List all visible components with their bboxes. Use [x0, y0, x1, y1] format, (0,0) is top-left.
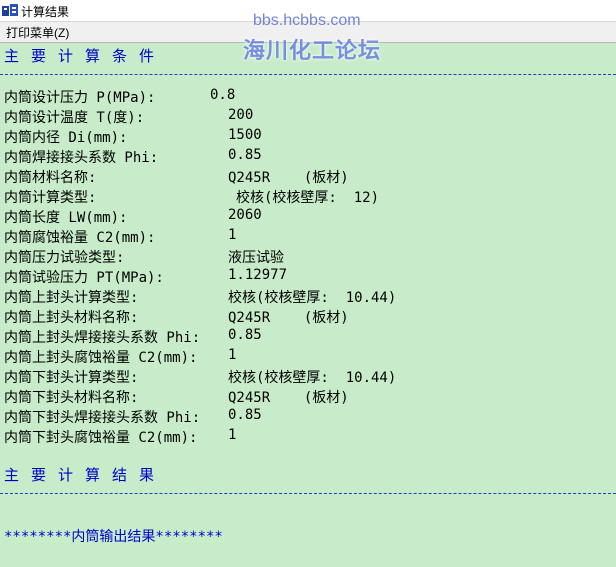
condition-value: 校核(校核壁厚: 10.44): [228, 370, 397, 386]
condition-value: 0.85: [228, 147, 262, 163]
condition-value: 0.8: [210, 87, 236, 103]
condition-value: 液压试验: [228, 250, 284, 266]
condition-value: 0.85: [228, 407, 262, 423]
condition-value: Q245R (板材): [228, 170, 349, 186]
condition-value: 2060: [228, 207, 262, 223]
separator-line: [0, 74, 616, 75]
condition-row: 内筒材料名称: Q245R (板材): [4, 167, 604, 186]
menu-print[interactable]: 打印菜单(Z): [6, 24, 69, 41]
result-text-area[interactable]: 主要计算条件 内筒设计压力 P(MPa): 0.8 内筒设计温度 T(度): 200 内…: [0, 43, 616, 567]
condition-label: 内筒焊接接头系数 Phi:: [4, 150, 159, 166]
condition-row: 内筒下封头腐蚀裕量 C2(mm): 1: [4, 427, 604, 446]
condition-label: 内筒内径 Di(mm):: [4, 130, 128, 146]
condition-label: 内筒试验压力 PT(MPa):: [4, 270, 164, 286]
condition-row: 内筒上封头计算类型: 校核(校核壁厚: 10.44): [4, 287, 604, 306]
condition-label: 内筒上封头材料名称:: [4, 310, 139, 326]
condition-label: 内筒下封头材料名称:: [4, 390, 139, 406]
condition-row: 内筒下封头计算类型: 校核(校核壁厚: 10.44): [4, 367, 604, 386]
watermark-url: bbs.hcbbs.com: [253, 12, 361, 29]
app-icon: [2, 3, 18, 17]
results-heading: 主要计算结果: [4, 466, 167, 484]
conditions-heading: 主要计算条件: [4, 47, 167, 65]
condition-label: 内筒下封头焊接接头系数 Phi:: [4, 410, 201, 426]
condition-row: 内筒腐蚀裕量 C2(mm): 1: [4, 227, 604, 246]
condition-value: Q245R (板材): [228, 310, 349, 326]
condition-label: 内筒上封头计算类型:: [4, 290, 139, 306]
condition-row: 内筒设计温度 T(度): 200: [4, 107, 604, 126]
condition-row: 内筒上封头腐蚀裕量 C2(mm): 1: [4, 347, 604, 366]
condition-value: 1.12977: [228, 267, 288, 283]
condition-row: 内筒压力试验类型: 液压试验: [4, 247, 604, 266]
condition-value: Q245R (板材): [228, 390, 349, 406]
condition-value: 校核(校核壁厚: 12): [236, 190, 380, 206]
condition-row: 内筒长度 LW(mm): 2060: [4, 207, 604, 226]
condition-row: 内筒下封头材料名称: Q245R (板材): [4, 387, 604, 406]
condition-label: 内筒设计温度 T(度):: [4, 110, 145, 126]
condition-value: 200: [228, 107, 254, 123]
condition-row: 内筒上封头材料名称: Q245R (板材): [4, 307, 604, 326]
condition-value: 1: [228, 347, 237, 363]
condition-value: 1: [228, 227, 237, 243]
condition-row: 内筒下封头焊接接头系数 Phi: 0.85: [4, 407, 604, 426]
condition-label: 内筒计算类型:: [4, 190, 97, 206]
condition-row: 内筒计算类型: 校核(校核壁厚: 12): [4, 187, 604, 206]
condition-row: 内筒内径 Di(mm): 1500: [4, 127, 604, 146]
condition-label: 内筒下封头计算类型:: [4, 370, 139, 386]
condition-value: 校核(校核壁厚: 10.44): [228, 290, 397, 306]
condition-label: 内筒设计压力 P(MPa):: [4, 90, 156, 106]
condition-row: 内筒试验压力 PT(MPa): 1.12977: [4, 267, 604, 286]
condition-label: 内筒材料名称:: [4, 170, 97, 186]
condition-label: 内筒压力试验类型:: [4, 250, 125, 266]
condition-label: 内筒腐蚀裕量 C2(mm):: [4, 230, 156, 246]
window-title: 计算结果: [21, 5, 70, 19]
condition-label: 内筒上封头焊接接头系数 Phi:: [4, 330, 201, 346]
condition-row: 内筒设计压力 P(MPa): 0.8: [4, 87, 604, 106]
watermark-name: 海川化工论坛: [243, 39, 382, 64]
condition-value: 1500: [228, 127, 262, 143]
condition-row: 内筒焊接接头系数 Phi: 0.85: [4, 147, 604, 166]
separator-line: [0, 493, 616, 494]
condition-value: 0.85: [228, 327, 262, 343]
output-section-label: ********内筒输出结果********: [4, 529, 223, 545]
condition-label: 内筒下封头腐蚀裕量 C2(mm):: [4, 430, 198, 446]
condition-label: 内筒长度 LW(mm):: [4, 210, 128, 226]
condition-value: 1: [228, 427, 237, 443]
condition-row: 内筒上封头焊接接头系数 Phi: 0.85: [4, 327, 604, 346]
condition-label: 内筒上封头腐蚀裕量 C2(mm):: [4, 350, 198, 366]
